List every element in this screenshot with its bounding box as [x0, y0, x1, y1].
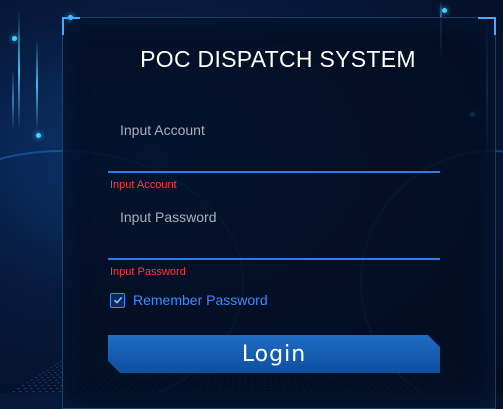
light-streak — [12, 70, 14, 130]
checkmark-icon — [113, 296, 122, 304]
light-dot — [442, 8, 447, 13]
login-button[interactable]: Login — [108, 335, 440, 373]
light-streak — [18, 10, 20, 130]
account-field-wrapper — [108, 110, 440, 173]
password-error-message: Input Password — [110, 266, 186, 278]
light-dot — [36, 133, 41, 138]
account-input[interactable] — [108, 110, 440, 150]
password-input[interactable] — [108, 197, 440, 237]
panel-corner-accent — [62, 17, 80, 35]
light-dot — [12, 36, 17, 41]
account-underline — [108, 171, 440, 173]
page-title: POC DISPATCH SYSTEM — [140, 46, 416, 72]
light-streak — [36, 40, 38, 130]
remember-password-toggle[interactable]: Remember Password — [110, 292, 268, 308]
password-field-wrapper — [108, 197, 440, 260]
account-error-message: Input Account — [110, 179, 177, 191]
password-underline — [108, 258, 440, 260]
panel-corner-accent — [478, 17, 496, 35]
remember-password-checkbox[interactable] — [110, 292, 125, 308]
remember-password-label[interactable]: Remember Password — [133, 292, 268, 308]
